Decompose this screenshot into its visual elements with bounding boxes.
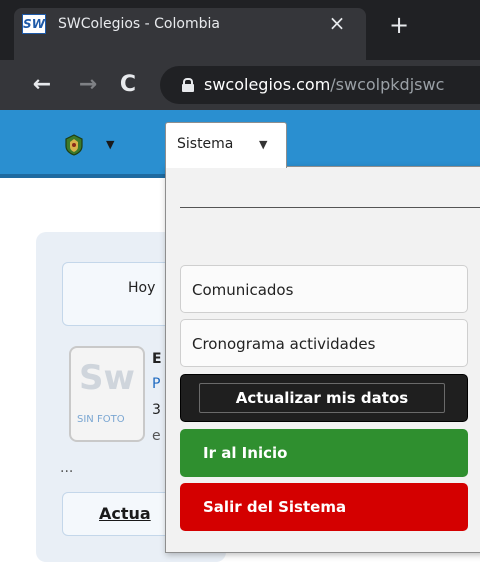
student-info-fragment-2: e [152, 428, 161, 444]
menu-item-comunicados[interactable]: Comunicados [180, 265, 468, 313]
home-button[interactable]: Ir al Inicio [180, 429, 468, 477]
avatar-caption: SIN FOTO [77, 414, 125, 425]
update-link-label[interactable]: Actua [99, 503, 151, 525]
address-bar[interactable]: swcolegios.com/swcolpkdjswc [160, 66, 480, 104]
new-tab-button[interactable]: + [386, 12, 412, 38]
menu-divider [180, 207, 480, 208]
student-info-fragment: 3 [152, 402, 161, 418]
reload-icon[interactable]: C [114, 73, 142, 97]
ellipsis-text: ... [60, 460, 74, 476]
back-arrow-icon[interactable]: ← [28, 73, 56, 97]
avatar-logo: Sw [79, 358, 135, 398]
sistema-menu-trigger[interactable]: Sistema ▼ [165, 122, 287, 168]
student-link-fragment[interactable]: P [152, 375, 160, 393]
url-text: swcolegios.com/swcolpkdjswc [204, 75, 445, 94]
chevron-down-icon: ▼ [259, 138, 268, 151]
school-logo-menu-button[interactable]: ▼ [64, 134, 124, 158]
menu-item-label: Cronograma actividades [192, 335, 376, 353]
menu-item-label: Actualizar mis datos [199, 383, 445, 413]
avatar: Sw SIN FOTO [69, 346, 145, 442]
menu-item-cronograma[interactable]: Cronograma actividades [180, 319, 468, 367]
student-name-fragment: E [152, 351, 162, 367]
menu-item-label: Salir del Sistema [203, 498, 347, 516]
close-tab-icon[interactable]: × [326, 12, 348, 34]
tab-title: SWColegios - Colombia [58, 16, 220, 32]
lock-icon [182, 78, 194, 92]
menu-item-label: Comunicados [192, 281, 294, 299]
browser-tabstrip: SW SWColegios - Colombia × + [0, 0, 480, 60]
site-favicon-icon: SW [22, 14, 46, 34]
forward-arrow-icon[interactable]: → [74, 73, 102, 97]
browser-toolbar: ← → C swcolegios.com/swcolpkdjswc [0, 60, 480, 110]
logout-button[interactable]: Salir del Sistema [180, 483, 468, 531]
chevron-down-icon: ▼ [106, 138, 115, 151]
school-crest-icon [65, 134, 83, 156]
today-label: Hoy [128, 280, 156, 296]
menu-item-label: Ir al Inicio [203, 444, 288, 462]
menu-item-actualizar-datos[interactable]: Actualizar mis datos [180, 374, 468, 422]
sistema-menu-label: Sistema [177, 136, 234, 152]
